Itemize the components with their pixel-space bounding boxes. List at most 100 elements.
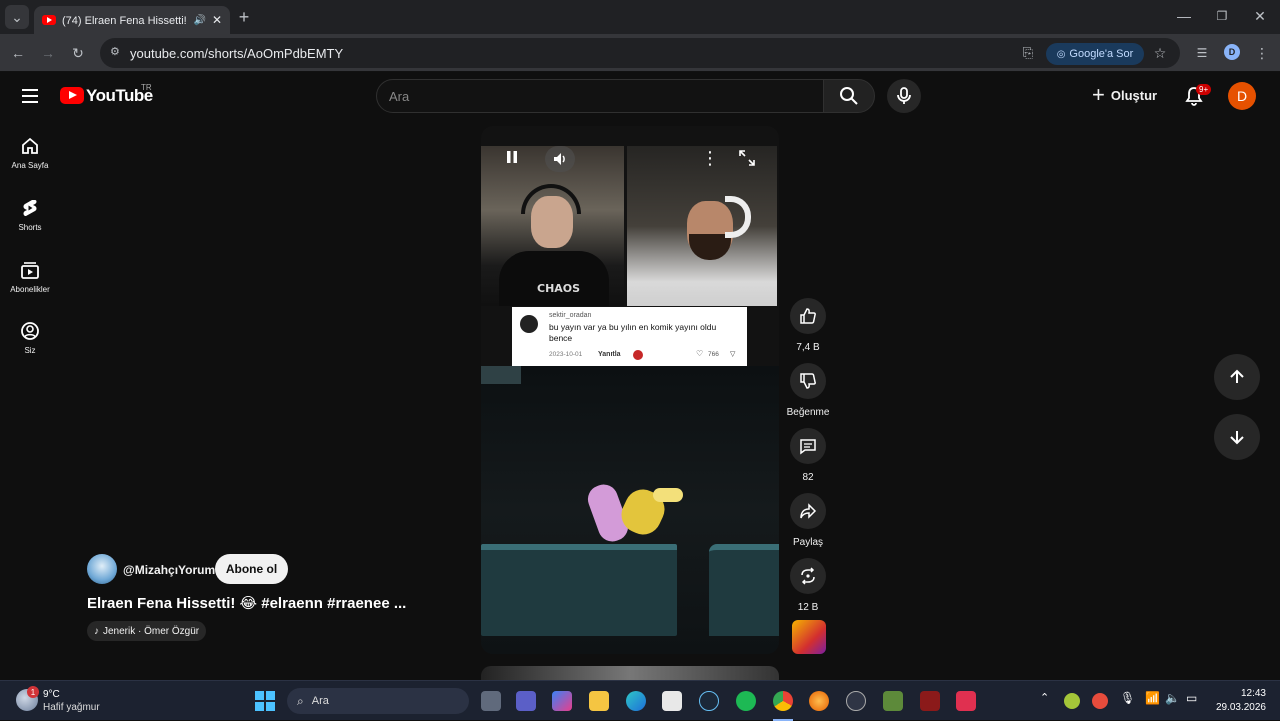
account-avatar[interactable]: D: [1228, 82, 1256, 110]
install-app-icon[interactable]: ⎘: [1016, 41, 1040, 65]
voice-search-button[interactable]: [887, 79, 921, 113]
copilot-icon[interactable]: [552, 691, 572, 711]
dislike-label: Beğenme: [786, 407, 830, 418]
share-button[interactable]: Paylaş: [786, 493, 830, 548]
comment-reply: Yanıtla: [598, 351, 621, 358]
browser-tab-active[interactable]: (74) Elraen Fena Hissetti! 😂 🔊 ✕: [34, 6, 230, 34]
like-count: 7,4 B: [796, 342, 820, 353]
chrome-menu-icon[interactable]: ⋮: [1250, 41, 1274, 65]
reload-icon[interactable]: ↻: [66, 41, 90, 65]
more-options-icon[interactable]: ⋮: [701, 148, 719, 169]
audio-icon[interactable]: 🔊: [193, 15, 205, 26]
task-view-icon[interactable]: [481, 691, 501, 711]
bookmark-star-icon[interactable]: ☆: [1148, 41, 1172, 65]
commenter-avatar: [520, 315, 538, 333]
like-button[interactable]: 7,4 B: [786, 298, 830, 353]
edge-icon[interactable]: [626, 691, 646, 711]
close-window-button[interactable]: ✕: [1248, 4, 1272, 28]
google-sor-label: Google'a Sor: [1069, 48, 1134, 60]
sidebar-item-home[interactable]: Ana Sayfa: [0, 136, 60, 170]
tab-search-icon[interactable]: ⌄: [5, 5, 29, 29]
url-text: youtube.com/shorts/AoOmPdbEMTY: [130, 45, 344, 61]
country-code: TR: [141, 83, 152, 92]
channel-handle[interactable]: @MizahçıYorum: [123, 563, 215, 577]
tab-search-list-icon[interactable]: ☰: [1190, 41, 1214, 65]
arrow-up-icon: [1230, 369, 1244, 383]
site-info-icon[interactable]: ⚙: [110, 45, 120, 58]
valorant-icon[interactable]: [920, 691, 940, 711]
sidebar-item-you[interactable]: Siz: [0, 321, 60, 355]
sound-thumbnail[interactable]: [792, 620, 826, 654]
app-green-icon[interactable]: [736, 691, 756, 711]
tray-app-icon[interactable]: [1064, 693, 1080, 709]
creator-heart-icon: [633, 350, 643, 360]
windows-taskbar: 1 9°C Hafif yağmur ⌕ Ara ⌃ 🎙 📶 🔈 ▭ 12:43…: [0, 680, 1280, 721]
google-sor-button[interactable]: ◎ Google'a Sor: [1046, 43, 1144, 65]
sidebar-item-label: Ana Sayfa: [11, 161, 49, 170]
clock-date[interactable]: 29.03.2026: [1208, 702, 1266, 713]
new-tab-button[interactable]: +: [232, 5, 256, 29]
previous-short-button[interactable]: [1214, 354, 1260, 400]
tab-title: (74) Elraen Fena Hissetti! 😂: [62, 14, 187, 27]
music-chip[interactable]: ♪ Jenerik · Ömer Özgür: [87, 621, 207, 641]
comment-overlay-card: sektir_oradan bu yayın var ya bu yılın e…: [512, 307, 747, 367]
taskbar-search[interactable]: ⌕ Ara: [287, 688, 469, 714]
commenter-username: sektir_oradan: [549, 312, 592, 319]
plus-icon: +: [1092, 82, 1105, 107]
minecraft-icon[interactable]: [883, 691, 903, 711]
notification-badge: 9+: [1196, 84, 1212, 95]
subscribe-button[interactable]: Abone ol: [215, 554, 288, 584]
sidebar-item-label: Shorts: [18, 223, 42, 232]
chrome-icon[interactable]: [773, 691, 793, 711]
restore-button[interactable]: ❐: [1210, 4, 1234, 28]
fullscreen-icon[interactable]: [739, 150, 755, 166]
youtube-logo-icon[interactable]: [60, 87, 84, 104]
next-short-button[interactable]: [1214, 414, 1260, 460]
clock-time[interactable]: 12:43: [1214, 688, 1266, 699]
speaker-icon[interactable]: 🔈: [1165, 691, 1180, 705]
steam-icon[interactable]: [699, 691, 719, 711]
dislike-button[interactable]: Beğenme: [786, 363, 830, 418]
tray-mic-icon[interactable]: 🎙: [1120, 691, 1135, 705]
shorts-video-player[interactable]: CHAOS ⋮ sektir_oradan bu yayın var ya bu…: [481, 126, 779, 654]
pause-icon[interactable]: [505, 150, 519, 164]
sidebar-item-label: Siz: [24, 346, 36, 355]
search-input[interactable]: Ara: [376, 79, 824, 113]
hamburger-menu-icon[interactable]: [20, 86, 40, 106]
thumbs-up-icon: [800, 308, 816, 324]
tray-overflow-icon[interactable]: ⌃: [1040, 691, 1049, 704]
windows-start-icon[interactable]: [255, 691, 275, 716]
arrow-down-icon: [1230, 431, 1244, 445]
tab-close-icon[interactable]: ✕: [212, 13, 222, 27]
comment-like-count: 766: [708, 351, 719, 358]
tray-app2-icon[interactable]: [1092, 693, 1108, 709]
next-short-preview[interactable]: [481, 666, 779, 680]
wifi-icon[interactable]: 📶: [1145, 691, 1160, 705]
create-button[interactable]: + Oluştur: [1092, 84, 1157, 106]
streamer-left-body: [499, 251, 609, 306]
store-icon[interactable]: [662, 691, 682, 711]
sidebar-item-shorts[interactable]: Shorts: [0, 198, 60, 232]
app-red-icon[interactable]: [956, 691, 976, 711]
remix-button[interactable]: 12 B: [786, 558, 830, 613]
video-title[interactable]: Elraen Fena Hissetti! 😂 #elraenn #rraene…: [87, 594, 406, 612]
firefox-icon[interactable]: [809, 691, 829, 711]
music-note-icon: ♪: [94, 625, 99, 637]
weather-desc: Hafif yağmur: [43, 702, 100, 713]
profile-avatar[interactable]: D: [1224, 44, 1240, 60]
forward-icon[interactable]: →: [36, 41, 60, 65]
search-button[interactable]: [823, 79, 875, 113]
back-icon[interactable]: ←: [6, 41, 30, 65]
battery-icon[interactable]: ▭: [1186, 691, 1197, 705]
channel-avatar[interactable]: [87, 554, 117, 584]
file-explorer-icon[interactable]: [589, 691, 609, 711]
browser-tab-bar: ⌄ (74) Elraen Fena Hissetti! 😂 🔊 ✕ + — ❐…: [0, 0, 1280, 34]
sidebar-item-subscriptions[interactable]: Abonelikler: [0, 260, 60, 294]
comments-button[interactable]: 82: [786, 428, 830, 483]
minimize-button[interactable]: —: [1172, 4, 1196, 28]
obs-icon[interactable]: [846, 691, 866, 711]
weather-badge: 1: [27, 686, 39, 698]
volume-icon[interactable]: [545, 146, 575, 172]
teams-icon[interactable]: [516, 691, 536, 711]
home-icon: [22, 137, 38, 154]
